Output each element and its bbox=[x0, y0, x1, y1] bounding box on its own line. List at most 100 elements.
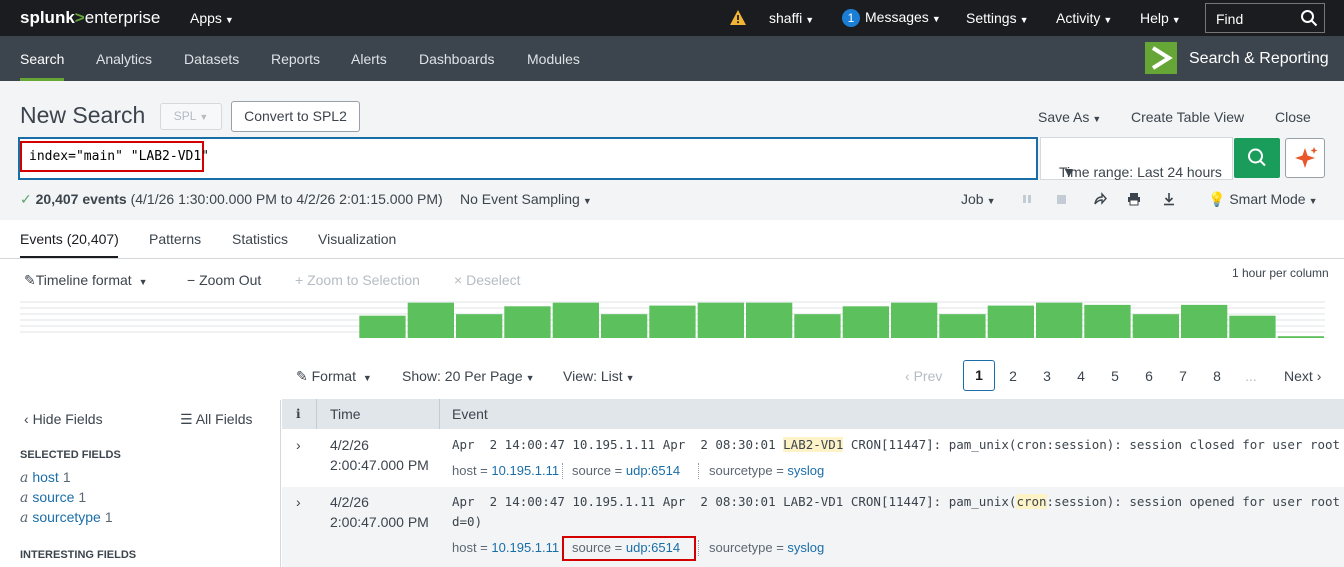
print-icon[interactable] bbox=[1127, 192, 1141, 209]
nav-tab-reports[interactable]: Reports bbox=[271, 51, 320, 67]
pause-icon[interactable] bbox=[1022, 192, 1032, 209]
page-6-button[interactable]: 6 bbox=[1139, 368, 1159, 384]
timeline-bar[interactable] bbox=[456, 314, 503, 338]
messages-menu[interactable]: 1 Messages ▼ bbox=[842, 9, 941, 27]
event-sampling-menu[interactable]: No Event Sampling ▼ bbox=[460, 191, 592, 207]
create-table-view-link[interactable]: Create Table View bbox=[1131, 109, 1244, 125]
event-time[interactable]: 4/2/26 2:00:47.000 PM bbox=[330, 492, 429, 532]
zoom-to-selection-button[interactable]: + Zoom to Selection bbox=[295, 272, 420, 288]
field-source[interactable]: a source 1 bbox=[20, 489, 86, 506]
save-as-menu[interactable]: Save As ▼ bbox=[1038, 109, 1101, 125]
nav-tab-alerts[interactable]: Alerts bbox=[351, 51, 387, 67]
event-time[interactable]: 4/2/26 2:00:47.000 PM bbox=[330, 435, 429, 475]
timeline-chart[interactable] bbox=[20, 298, 1325, 338]
timeline-bar[interactable] bbox=[504, 306, 551, 338]
next-page-button[interactable]: Next › bbox=[1284, 368, 1321, 384]
nav-tab-modules[interactable]: Modules bbox=[527, 51, 580, 67]
nav-tab-search[interactable]: Search bbox=[20, 51, 64, 67]
expand-row-icon[interactable]: › bbox=[296, 494, 301, 510]
tab-events[interactable]: Events (20,407) bbox=[20, 231, 119, 247]
activity-menu[interactable]: Activity ▼ bbox=[1056, 10, 1112, 26]
info-column-header[interactable]: i bbox=[296, 407, 301, 421]
timeline-bar[interactable] bbox=[746, 302, 793, 338]
page-3-button[interactable]: 3 bbox=[1037, 368, 1057, 384]
page-7-button[interactable]: 7 bbox=[1173, 368, 1193, 384]
timeline-bar[interactable] bbox=[1229, 315, 1276, 338]
job-menu[interactable]: Job ▼ bbox=[961, 191, 996, 207]
ai-assistant-button[interactable] bbox=[1285, 138, 1325, 178]
apps-menu[interactable]: Apps ▼ bbox=[190, 10, 234, 26]
timeline-bar[interactable] bbox=[842, 306, 889, 338]
timeline-bar[interactable] bbox=[601, 314, 648, 338]
app-name[interactable]: Search & Reporting bbox=[1189, 50, 1329, 68]
timeline-bar[interactable] bbox=[1084, 304, 1131, 338]
event-host-field[interactable]: host = 10.195.1.11 bbox=[452, 463, 559, 478]
nav-tab-analytics[interactable]: Analytics bbox=[96, 51, 152, 67]
find-input[interactable]: Find bbox=[1205, 3, 1325, 33]
timeline-bar[interactable] bbox=[987, 305, 1034, 338]
prev-page-button[interactable]: ‹ Prev bbox=[905, 368, 942, 384]
warning-icon[interactable] bbox=[729, 9, 747, 29]
timeline-bar[interactable] bbox=[1132, 314, 1179, 338]
event-sourcetype-field[interactable]: sourcetype = syslog bbox=[709, 540, 824, 555]
event-sourcetype-field[interactable]: sourcetype = syslog bbox=[709, 463, 824, 478]
timeline-bar[interactable] bbox=[1181, 304, 1228, 338]
spl-language-select[interactable]: SPL ▼ bbox=[160, 103, 222, 130]
tabs-divider bbox=[0, 258, 1344, 259]
page-1-button[interactable]: 1 bbox=[963, 360, 995, 391]
tab-visualization[interactable]: Visualization bbox=[318, 231, 396, 247]
tab-statistics[interactable]: Statistics bbox=[232, 231, 288, 247]
nav-tab-dashboards[interactable]: Dashboards bbox=[419, 51, 495, 67]
export-icon[interactable] bbox=[1162, 192, 1176, 209]
timeline-bar[interactable] bbox=[697, 302, 744, 338]
event-source-field[interactable]: source = udp:6514 bbox=[572, 463, 680, 478]
share-icon[interactable] bbox=[1093, 192, 1107, 209]
messages-count-badge: 1 bbox=[842, 9, 860, 27]
search-mode-menu[interactable]: 💡 Smart Mode ▼ bbox=[1208, 191, 1318, 208]
hide-fields-button[interactable]: ‹ Hide Fields bbox=[24, 411, 103, 427]
splunk-logo[interactable]: splunk>enterprise bbox=[20, 8, 160, 28]
settings-menu[interactable]: Settings ▼ bbox=[966, 10, 1029, 26]
time-column-header[interactable]: Time bbox=[330, 406, 361, 422]
search-submit-button[interactable] bbox=[1234, 138, 1280, 178]
timeline-bar[interactable] bbox=[552, 302, 599, 338]
tab-patterns[interactable]: Patterns bbox=[149, 231, 201, 247]
timeline-bar[interactable] bbox=[1036, 302, 1083, 338]
nav-tab-datasets[interactable]: Datasets bbox=[184, 51, 239, 67]
event-raw-text[interactable]: Apr 2 14:00:47 10.195.1.11 Apr 2 08:30:0… bbox=[452, 435, 1340, 455]
timeline-bar[interactable] bbox=[891, 302, 938, 338]
timeline-bar[interactable] bbox=[407, 302, 454, 338]
timeline-bar[interactable] bbox=[794, 314, 841, 338]
search-icon[interactable] bbox=[1300, 9, 1318, 30]
time-range-picker[interactable]: Time range: Last 24 hours ▼ bbox=[1040, 137, 1233, 180]
per-page-menu[interactable]: Show: 20 Per Page ▼ bbox=[402, 368, 535, 384]
page-2-button[interactable]: 2 bbox=[1003, 368, 1023, 384]
convert-to-spl2-button[interactable]: Convert to SPL2 bbox=[231, 101, 360, 132]
event-host-field[interactable]: host = 10.195.1.11 bbox=[452, 540, 559, 555]
page-8-button[interactable]: 8 bbox=[1207, 368, 1227, 384]
page-4-button[interactable]: 4 bbox=[1071, 368, 1091, 384]
event-raw-text[interactable]: Apr 2 14:00:47 10.195.1.11 Apr 2 08:30:0… bbox=[452, 492, 1344, 532]
view-mode-menu[interactable]: View: List ▼ bbox=[563, 368, 635, 384]
timeline-bar[interactable] bbox=[359, 315, 406, 338]
search-query-text[interactable]: index="main" "LAB2-VD1" bbox=[29, 149, 209, 164]
user-menu[interactable]: shaffi ▼ bbox=[769, 10, 814, 26]
app-logo-icon[interactable] bbox=[1145, 42, 1177, 74]
field-type-icon: a bbox=[20, 510, 29, 526]
timeline-format-menu[interactable]: ✎Timeline format ▼ bbox=[24, 272, 148, 289]
timeline-bar[interactable] bbox=[1277, 336, 1324, 338]
timeline-bar[interactable] bbox=[939, 314, 986, 338]
caret-down-icon: ▼ bbox=[224, 15, 234, 25]
all-fields-button[interactable]: ☰ All Fields bbox=[180, 411, 252, 428]
page-5-button[interactable]: 5 bbox=[1105, 368, 1125, 384]
close-link[interactable]: Close bbox=[1275, 109, 1311, 125]
help-menu[interactable]: Help ▼ bbox=[1140, 10, 1181, 26]
field-host[interactable]: a host 1 bbox=[20, 469, 71, 486]
timeline-bar[interactable] bbox=[649, 305, 696, 338]
stop-icon[interactable] bbox=[1056, 192, 1068, 209]
expand-row-icon[interactable]: › bbox=[296, 437, 301, 453]
format-menu[interactable]: ✎ Format ▼ bbox=[296, 368, 372, 385]
zoom-out-button[interactable]: − Zoom Out bbox=[187, 272, 261, 288]
field-sourcetype[interactable]: a sourcetype 1 bbox=[20, 509, 113, 526]
deselect-button[interactable]: × Deselect bbox=[454, 272, 521, 288]
